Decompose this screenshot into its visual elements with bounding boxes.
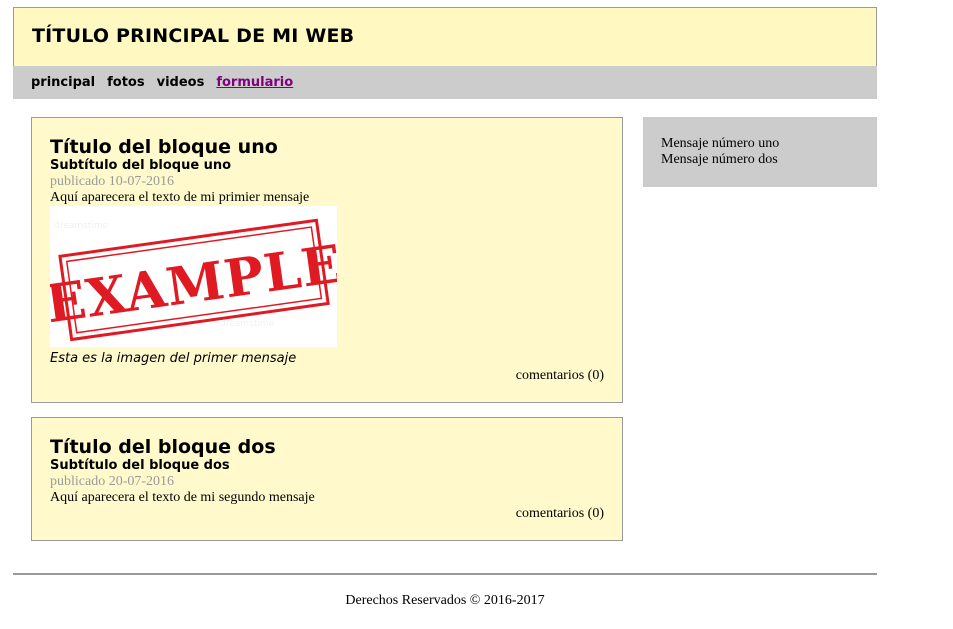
post-block-two: Título del bloque dos Subtítulo del bloq… <box>31 417 623 541</box>
comments-link[interactable]: comentarios (0) <box>516 368 604 384</box>
post-text: Aquí aparecera el texto de mi primier me… <box>50 190 310 205</box>
nav-link-fotos[interactable]: fotos <box>107 75 144 90</box>
svg-text:dreamstime: dreamstime <box>54 221 109 231</box>
post-date: publicado 20-07-2016 <box>50 474 175 489</box>
svg-text:dreamstime: dreamstime <box>220 319 275 329</box>
image-caption: Esta es la imagen del primer mensaje <box>50 351 297 366</box>
nav-link-principal[interactable]: principal <box>31 75 95 90</box>
post-title: Título del bloque dos <box>50 436 276 458</box>
footer-copyright: Derechos Reservados © 2016-2017 <box>345 593 545 608</box>
sidebar-message: Mensaje número uno <box>661 136 780 151</box>
site-header: TÍTULO PRINCIPAL DE MI WEB <box>13 7 877 67</box>
sidebar-message: Mensaje número dos <box>661 152 778 167</box>
nav-link-formulario[interactable]: formulario <box>216 75 293 90</box>
post-date: publicado 10-07-2016 <box>50 174 175 189</box>
post-subtitle: Subtítulo del bloque uno <box>50 158 232 173</box>
post-image: dreamstime dreamstime dreamstime dreamst… <box>50 206 337 347</box>
post-text: Aquí aparecera el texto de mi segundo me… <box>50 490 315 505</box>
footer-divider <box>13 573 877 575</box>
page-title: TÍTULO PRINCIPAL DE MI WEB <box>32 25 355 47</box>
example-stamp-image: dreamstime dreamstime dreamstime dreamst… <box>50 206 337 347</box>
post-title: Título del bloque uno <box>50 136 278 158</box>
post-subtitle: Subtítulo del bloque dos <box>50 458 230 473</box>
main-nav: principal fotos videos formulario <box>13 66 877 99</box>
comments-link[interactable]: comentarios (0) <box>516 506 604 522</box>
post-block-one: Título del bloque uno Subtítulo del bloq… <box>31 117 623 403</box>
nav-link-videos[interactable]: videos <box>157 75 205 90</box>
sidebar: Mensaje número uno Mensaje número dos <box>643 117 877 187</box>
